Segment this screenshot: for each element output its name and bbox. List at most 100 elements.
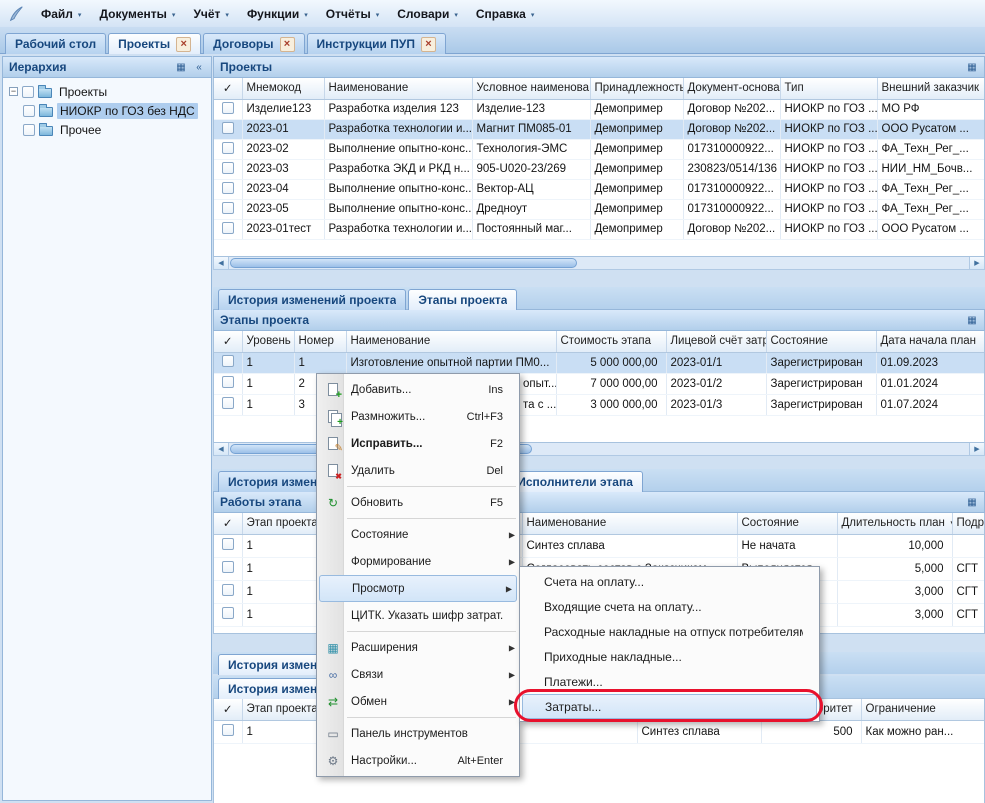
column-header[interactable]: Длительность план▼ (837, 513, 952, 534)
menu-item[interactable]: Добавить...Ins (317, 376, 519, 403)
menu-item[interactable]: ЦИТК. Указать шифр затрат... (317, 602, 519, 629)
table-row[interactable]: 2023-02Выполнение опытно-конс...Технолог… (214, 139, 985, 159)
column-header[interactable]: Стоимость этапа (556, 331, 666, 352)
menu-item[interactable]: ∞Связи▶ (317, 661, 519, 688)
column-header[interactable]: Дата начала план (876, 331, 985, 352)
column-header[interactable]: Наименование (346, 331, 556, 352)
row-checkbox[interactable] (222, 538, 234, 550)
menubar-item[interactable]: Отчёты▾ (317, 4, 389, 24)
panel-options-icon[interactable]: ▦ (964, 60, 980, 75)
column-header[interactable]: Состояние (766, 331, 876, 352)
row-checkbox[interactable] (222, 122, 234, 134)
table-row[interactable]: 2023-03Разработка ЭКД и РКД н...905-U020… (214, 159, 985, 179)
tree-checkbox[interactable] (23, 105, 35, 117)
tree-item[interactable]: НИОКР по ГОЗ без НДС (3, 101, 211, 120)
menu-item[interactable]: Состояние▶ (317, 521, 519, 548)
menu-item[interactable]: Приходные накладные... (520, 644, 819, 669)
tree-item[interactable]: Прочее (3, 120, 211, 139)
column-header[interactable]: Наименование (522, 513, 737, 534)
column-header[interactable]: Состояние (737, 513, 837, 534)
row-checkbox[interactable] (222, 584, 234, 596)
menubar-item[interactable]: Учёт▾ (184, 4, 238, 24)
menu-item[interactable]: ⚙Настройки...Alt+Enter (317, 747, 519, 774)
tab-close-icon[interactable]: × (421, 37, 436, 52)
menu-item[interactable]: Просмотр▶ (319, 575, 517, 602)
select-all-header[interactable]: ✓ (214, 513, 242, 534)
menu-item[interactable]: Исправить...F2 (317, 430, 519, 457)
menu-item[interactable]: Затраты... (522, 694, 817, 719)
expand-toggle-icon[interactable]: − (9, 87, 18, 96)
row-checkbox[interactable] (222, 162, 234, 174)
row-checkbox[interactable] (222, 724, 234, 736)
row-checkbox[interactable] (222, 202, 234, 214)
column-header[interactable]: Номер (294, 331, 346, 352)
column-header[interactable]: Лицевой счёт затрат (666, 331, 766, 352)
column-header[interactable]: Принадлежность (590, 78, 683, 99)
tab[interactable]: Исполнители этапа (507, 471, 643, 492)
menu-item[interactable]: ▦Расширения▶ (317, 634, 519, 661)
tab[interactable]: Этапы проекта (408, 289, 517, 310)
tree-checkbox[interactable] (23, 124, 35, 136)
row-checkbox[interactable] (222, 102, 234, 114)
table-row[interactable]: 2023-01тестРазработка технологии и...Пос… (214, 219, 985, 239)
column-header[interactable]: Внешний заказчик (877, 78, 985, 99)
menubar-item[interactable]: Функции▾ (238, 4, 317, 24)
scroll-right-icon[interactable]: ▶ (969, 443, 984, 455)
column-header[interactable]: Тип (780, 78, 877, 99)
scroll-right-icon[interactable]: ▶ (969, 257, 984, 269)
table-row[interactable]: 2023-04Выполнение опытно-конс...Вектор-А… (214, 179, 985, 199)
menu-item[interactable]: Размножить...Ctrl+F3 (317, 403, 519, 430)
menu-item[interactable]: ⇄Обмен▶ (317, 688, 519, 715)
panel-options-icon[interactable]: ▦ (964, 495, 980, 510)
row-checkbox[interactable] (222, 397, 234, 409)
row-checkbox[interactable] (222, 222, 234, 234)
tab-close-icon[interactable]: × (280, 37, 295, 52)
menu-item[interactable]: УдалитьDel (317, 457, 519, 484)
menu-item[interactable]: Формирование▶ (317, 548, 519, 575)
table-row[interactable]: Изделие123Разработка изделия 123Изделие-… (214, 99, 985, 119)
column-header[interactable]: Мнемокод (242, 78, 324, 99)
menubar-item[interactable]: Документы▾ (90, 4, 184, 24)
column-header[interactable]: Подр... (952, 513, 985, 534)
menubar-item[interactable]: Словари▾ (388, 4, 467, 24)
tab[interactable]: Рабочий стол (5, 33, 106, 54)
tab[interactable]: История изменений проекта (218, 289, 406, 310)
tree-item[interactable]: −Проекты (3, 82, 211, 101)
row-checkbox[interactable] (222, 182, 234, 194)
column-header[interactable]: Наименование (324, 78, 472, 99)
collapse-sidebar-icon[interactable]: « (191, 60, 207, 75)
menu-item[interactable]: Платежи... (520, 669, 819, 694)
scroll-left-icon[interactable]: ◀ (214, 443, 229, 455)
select-all-header[interactable]: ✓ (214, 699, 242, 720)
menu-item[interactable]: Счета на оплату... (520, 569, 819, 594)
select-all-header[interactable]: ✓ (214, 78, 242, 99)
menu-item[interactable]: Входящие счета на оплату... (520, 594, 819, 619)
table-row[interactable]: 2023-05Выполнение опытно-конс...Дредноут… (214, 199, 985, 219)
column-header[interactable]: Уровень (242, 331, 294, 352)
find-icon[interactable]: ▦ (173, 60, 189, 75)
table-row[interactable]: 11Изготовление опытной партии ПМ0...5 00… (214, 352, 985, 373)
tab-close-icon[interactable]: × (176, 37, 191, 52)
tab[interactable]: Инструкции ПУП× (307, 33, 446, 54)
row-checkbox[interactable] (222, 376, 234, 388)
menu-item[interactable]: Расходные накладные на отпуск потребител… (520, 619, 819, 644)
menu-item[interactable]: ▭Панель инструментов (317, 720, 519, 747)
menu-item[interactable]: ↻ОбновитьF5 (317, 489, 519, 516)
scroll-left-icon[interactable]: ◀ (214, 257, 229, 269)
row-checkbox[interactable] (222, 607, 234, 619)
menubar-item[interactable]: Файл▾ (32, 4, 90, 24)
menubar-item[interactable]: Справка▾ (467, 4, 544, 24)
projects-hscrollbar[interactable]: ◀ ▶ (213, 257, 985, 270)
select-all-header[interactable]: ✓ (214, 331, 242, 352)
tab[interactable]: Проекты× (108, 33, 201, 54)
tab[interactable]: Договоры× (203, 33, 304, 54)
row-checkbox[interactable] (222, 561, 234, 573)
column-header[interactable]: Ограничение (861, 699, 985, 720)
row-checkbox[interactable] (222, 142, 234, 154)
tree-checkbox[interactable] (22, 86, 34, 98)
row-checkbox[interactable] (222, 355, 234, 367)
panel-options-icon[interactable]: ▦ (964, 313, 980, 328)
column-header[interactable]: Документ-основан (683, 78, 780, 99)
scrollbar-thumb[interactable] (230, 258, 577, 268)
column-header[interactable]: Условное наименова (472, 78, 590, 99)
